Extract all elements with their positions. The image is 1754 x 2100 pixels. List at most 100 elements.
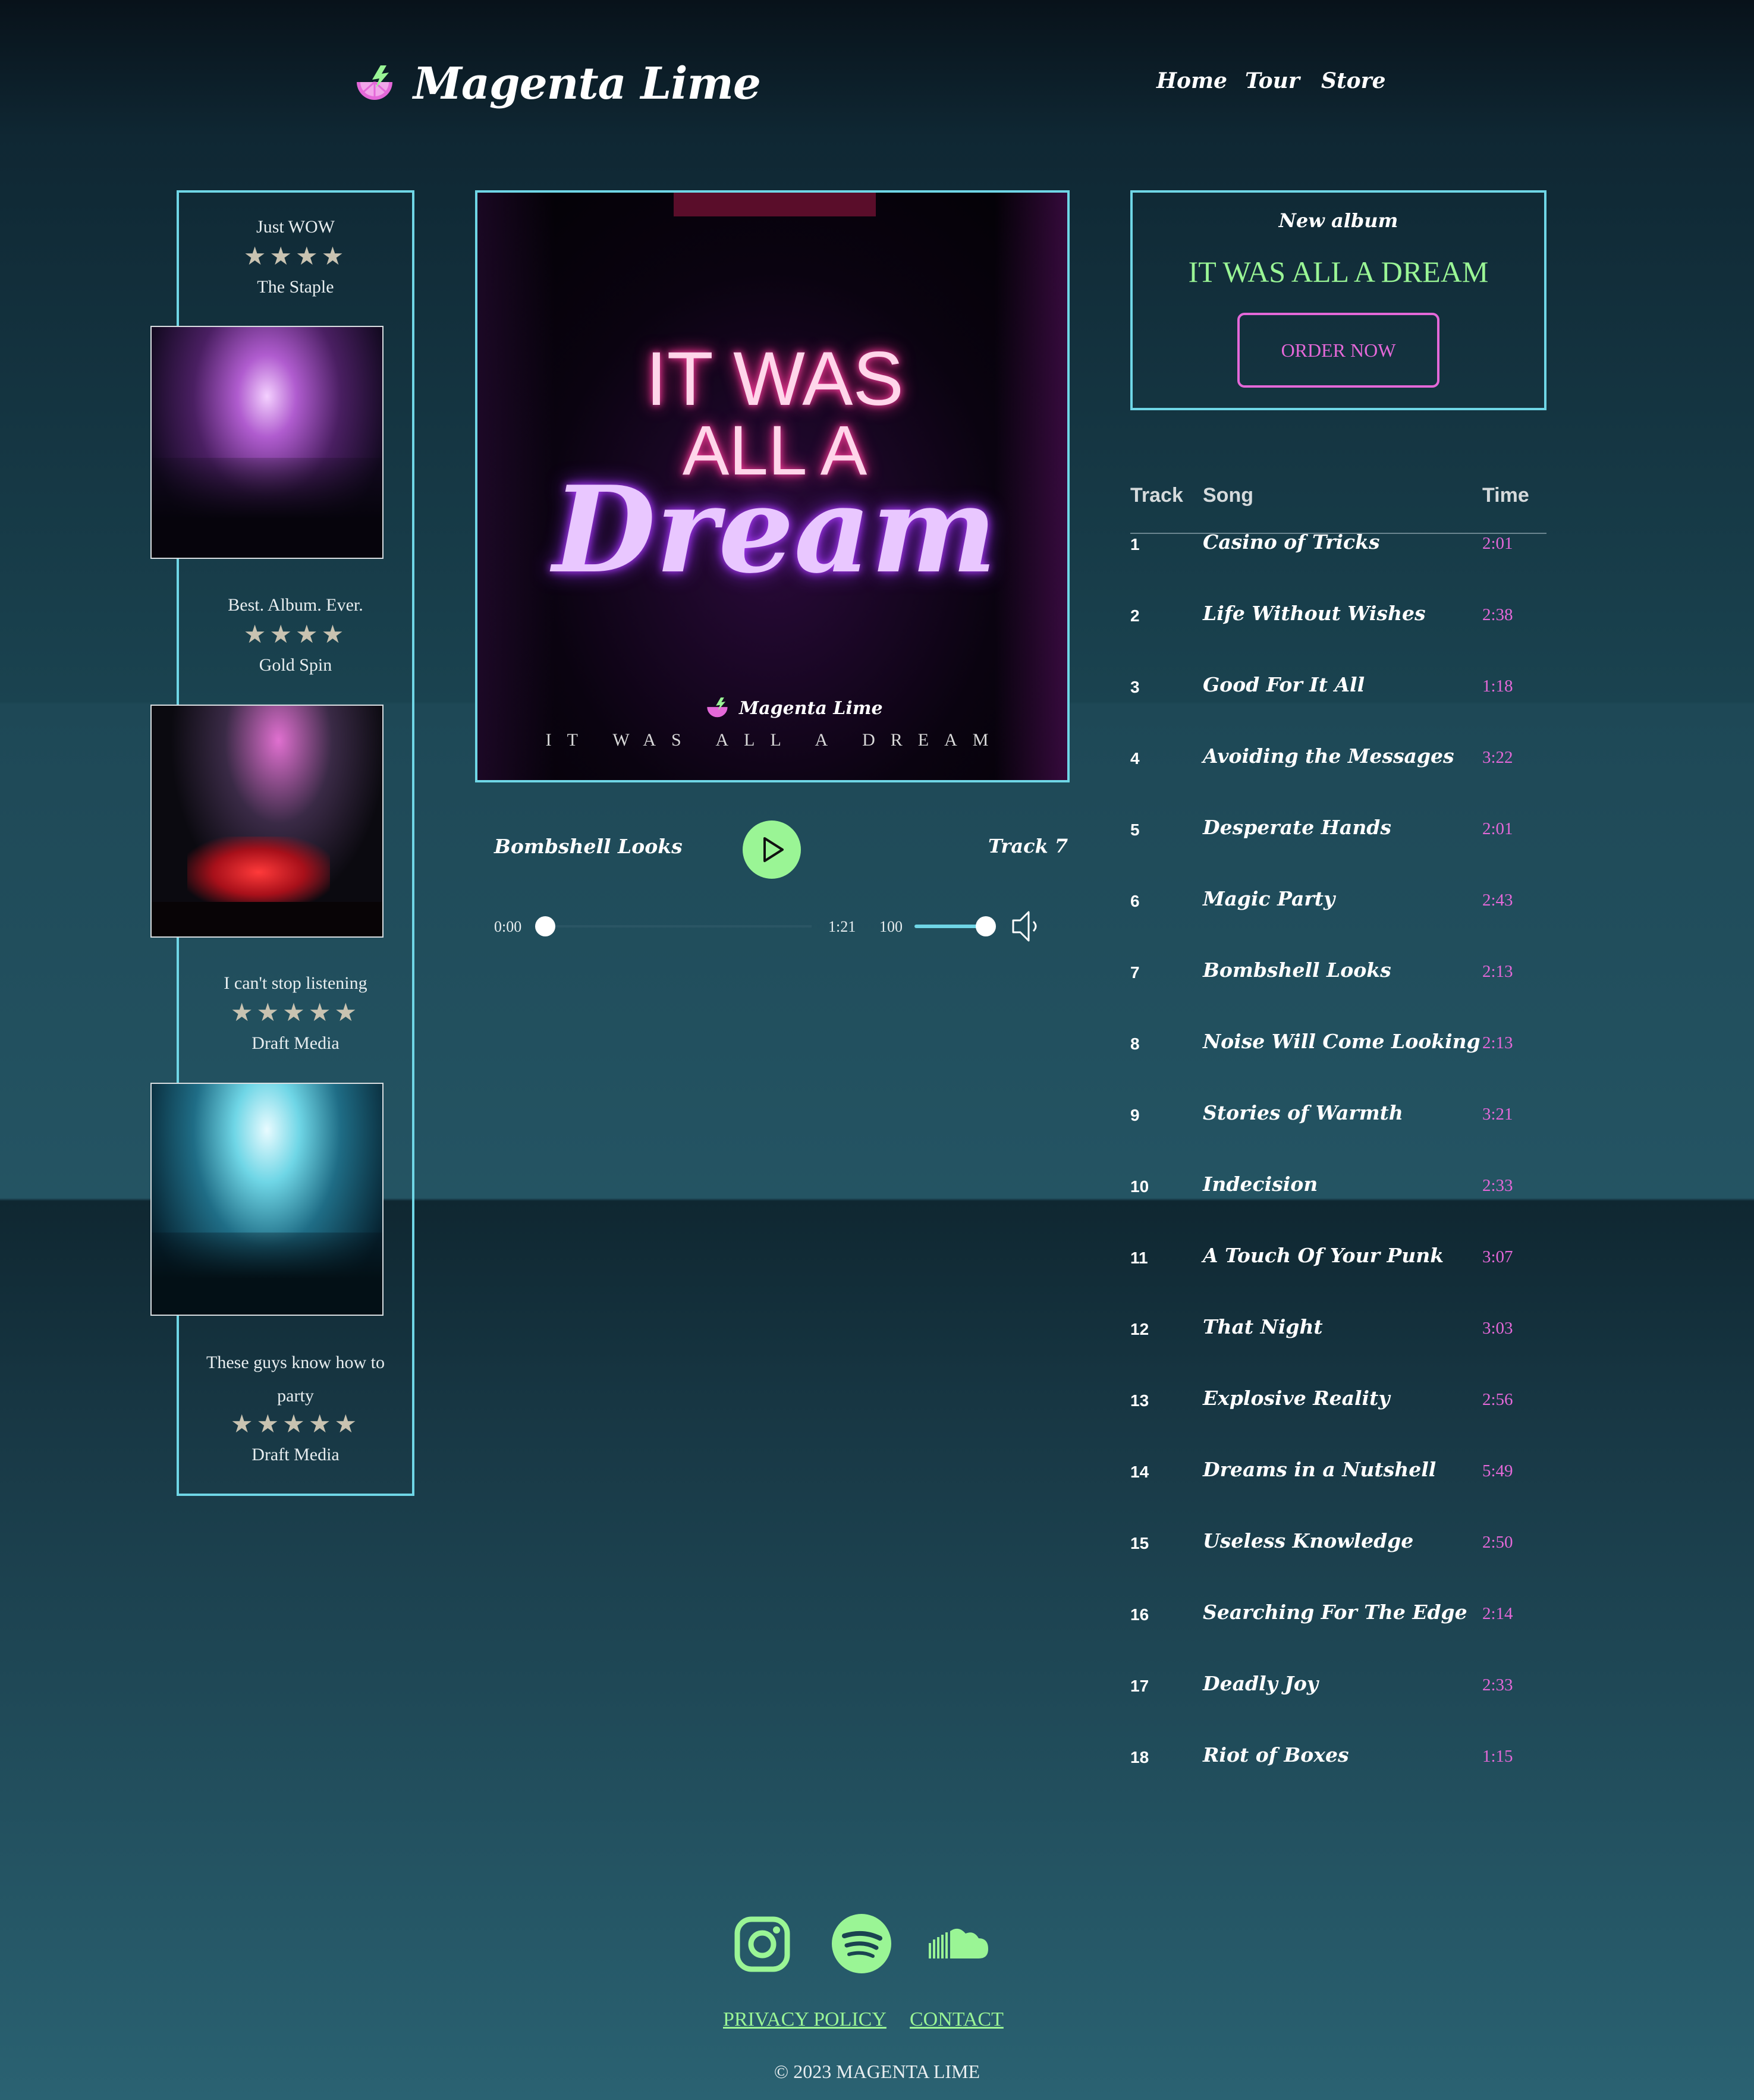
nav-store[interactable]: Store [1321, 68, 1386, 93]
track-duration: 2:50 [1482, 1533, 1513, 1552]
track-title[interactable]: Avoiding the Messages [1203, 744, 1454, 768]
track-row[interactable]: 14 Dreams in a Nutshell 5:49 [1130, 1458, 1546, 1534]
cover-logo-icon [707, 697, 728, 718]
volume-slider[interactable] [914, 925, 986, 928]
track-row[interactable]: 13 Explosive Reality 2:56 [1130, 1387, 1546, 1463]
review-source: Draft Media [252, 1445, 340, 1464]
volume-handle[interactable] [976, 916, 996, 936]
nav-home[interactable]: Home [1156, 68, 1227, 93]
track-number: 10 [1130, 1177, 1149, 1196]
track-duration: 2:13 [1482, 1033, 1513, 1052]
track-number: 2 [1130, 606, 1140, 625]
progress-handle[interactable] [535, 916, 555, 936]
instagram-icon[interactable] [734, 1916, 791, 1973]
review-quote: Best. Album. Ever. [228, 595, 363, 615]
cover-subtitle: IT WAS ALL A DREAM [545, 730, 1004, 750]
track-number: 3 [1130, 678, 1140, 696]
track-number: 18 [1130, 1748, 1149, 1766]
track-row[interactable]: 16 Searching For The Edge 2:14 [1130, 1601, 1546, 1677]
track-title[interactable]: Magic Party [1203, 887, 1335, 910]
track-title[interactable]: Desperate Hands [1203, 816, 1391, 839]
track-duration: 3:22 [1482, 748, 1513, 767]
volume-value: 100 [879, 918, 903, 935]
track-title[interactable]: Stories of Warmth [1203, 1101, 1403, 1124]
site-header: Magenta Lime Home Tour Store [0, 0, 1754, 137]
lime-logo-icon[interactable] [354, 64, 396, 106]
track-duration: 2:43 [1482, 891, 1513, 910]
track-title[interactable]: Indecision [1203, 1172, 1318, 1196]
track-number: 7 [1130, 963, 1140, 982]
track-number: 4 [1130, 749, 1140, 768]
promo-title: IT WAS ALL A DREAM [1188, 255, 1489, 288]
track-title[interactable]: Riot of Boxes [1203, 1743, 1349, 1766]
track-row[interactable]: 15 Useless Knowledge 2:50 [1130, 1529, 1546, 1605]
track-row[interactable]: 17 Deadly Joy 2:33 [1130, 1672, 1546, 1748]
track-duration: 1:15 [1482, 1747, 1513, 1766]
track-title[interactable]: That Night [1203, 1315, 1323, 1338]
copyright: © 2023 MAGENTA LIME [774, 2061, 980, 2082]
album-cover: IT WAS ALL A Dream Magenta Lime IT WAS A… [475, 190, 1070, 782]
track-title[interactable]: Noise Will Come Looking [1203, 1030, 1480, 1053]
track-number: 13 [1130, 1391, 1149, 1410]
concert-photo-fireworks [150, 705, 384, 938]
track-title[interactable]: Bombshell Looks [1203, 958, 1391, 982]
track-title[interactable]: Explosive Reality [1203, 1387, 1390, 1410]
track-title[interactable]: Good For It All [1203, 673, 1365, 696]
promo-kicker: New album [1278, 209, 1398, 232]
track-number: 5 [1130, 820, 1140, 839]
track-row[interactable]: 1 Casino of Tricks 2:01 [1130, 530, 1546, 606]
track-number: 15 [1130, 1534, 1149, 1552]
track-row[interactable]: 18 Riot of Boxes 1:15 [1130, 1743, 1546, 1819]
track-title[interactable]: Life Without Wishes [1203, 602, 1426, 625]
progress-bar[interactable] [545, 925, 812, 928]
track-row[interactable]: 10 Indecision 2:33 [1130, 1172, 1546, 1249]
review-source: Draft Media [252, 1033, 340, 1053]
track-number: 12 [1130, 1320, 1149, 1338]
col-header-track: Track [1130, 484, 1183, 507]
track-row[interactable]: 9 Stories of Warmth 3:21 [1130, 1101, 1546, 1177]
concert-photo-crowd-blue [150, 1083, 384, 1316]
privacy-policy-link[interactable]: PRIVACY POLICY [723, 2008, 887, 2031]
track-number: 16 [1130, 1605, 1149, 1624]
nav-tour[interactable]: Tour [1245, 68, 1300, 93]
speaker-icon[interactable] [1011, 908, 1044, 944]
track-title[interactable]: Casino of Tricks [1203, 530, 1380, 554]
track-duration: 1:18 [1482, 677, 1513, 696]
track-number: 14 [1130, 1463, 1149, 1481]
track-title[interactable]: Dreams in a Nutshell [1203, 1458, 1436, 1481]
track-number: 9 [1130, 1106, 1140, 1124]
review-source: Gold Spin [259, 655, 332, 675]
track-row[interactable]: 12 That Night 3:03 [1130, 1315, 1546, 1391]
track-title[interactable]: Searching For The Edge [1203, 1601, 1467, 1624]
track-number: 8 [1130, 1035, 1140, 1053]
contact-link[interactable]: CONTACT [910, 2008, 1004, 2031]
track-row[interactable]: 2 Life Without Wishes 2:38 [1130, 602, 1546, 678]
track-duration: 2:14 [1482, 1604, 1513, 1623]
track-row[interactable]: 11 A Touch Of Your Punk 3:07 [1130, 1244, 1546, 1320]
track-row[interactable]: 5 Desperate Hands 2:01 [1130, 816, 1546, 892]
review-source: The Staple [257, 277, 334, 297]
cover-band-name: Magenta Lime [739, 698, 883, 719]
soundcloud-icon[interactable] [928, 1925, 989, 1962]
track-duration: 3:03 [1482, 1319, 1513, 1338]
play-button[interactable] [743, 820, 801, 879]
track-duration: 3:07 [1482, 1247, 1513, 1266]
star-rating: ★★★★★ [230, 999, 361, 1027]
now-playing-track: Track 7 [988, 835, 1068, 857]
track-title[interactable]: A Touch Of Your Punk [1203, 1244, 1444, 1267]
track-row[interactable]: 7 Bombshell Looks 2:13 [1130, 958, 1546, 1035]
track-title[interactable]: Deadly Joy [1203, 1672, 1318, 1695]
elapsed-time: 0:00 [494, 918, 522, 935]
concert-photo-pink-lights [150, 326, 384, 559]
track-row[interactable]: 8 Noise Will Come Looking 2:13 [1130, 1030, 1546, 1106]
track-row[interactable]: 3 Good For It All 1:18 [1130, 673, 1546, 749]
logo-wordmark[interactable]: Magenta Lime [413, 58, 761, 109]
track-duration: 2:33 [1482, 1176, 1513, 1195]
track-row[interactable]: 6 Magic Party 2:43 [1130, 887, 1546, 963]
order-now-button[interactable]: ORDER NOW [1237, 313, 1439, 388]
track-number: 6 [1130, 892, 1140, 910]
track-title[interactable]: Useless Knowledge [1203, 1529, 1413, 1552]
track-row[interactable]: 4 Avoiding the Messages 3:22 [1130, 744, 1546, 820]
track-duration: 2:33 [1482, 1675, 1513, 1695]
spotify-icon[interactable] [831, 1913, 892, 1974]
